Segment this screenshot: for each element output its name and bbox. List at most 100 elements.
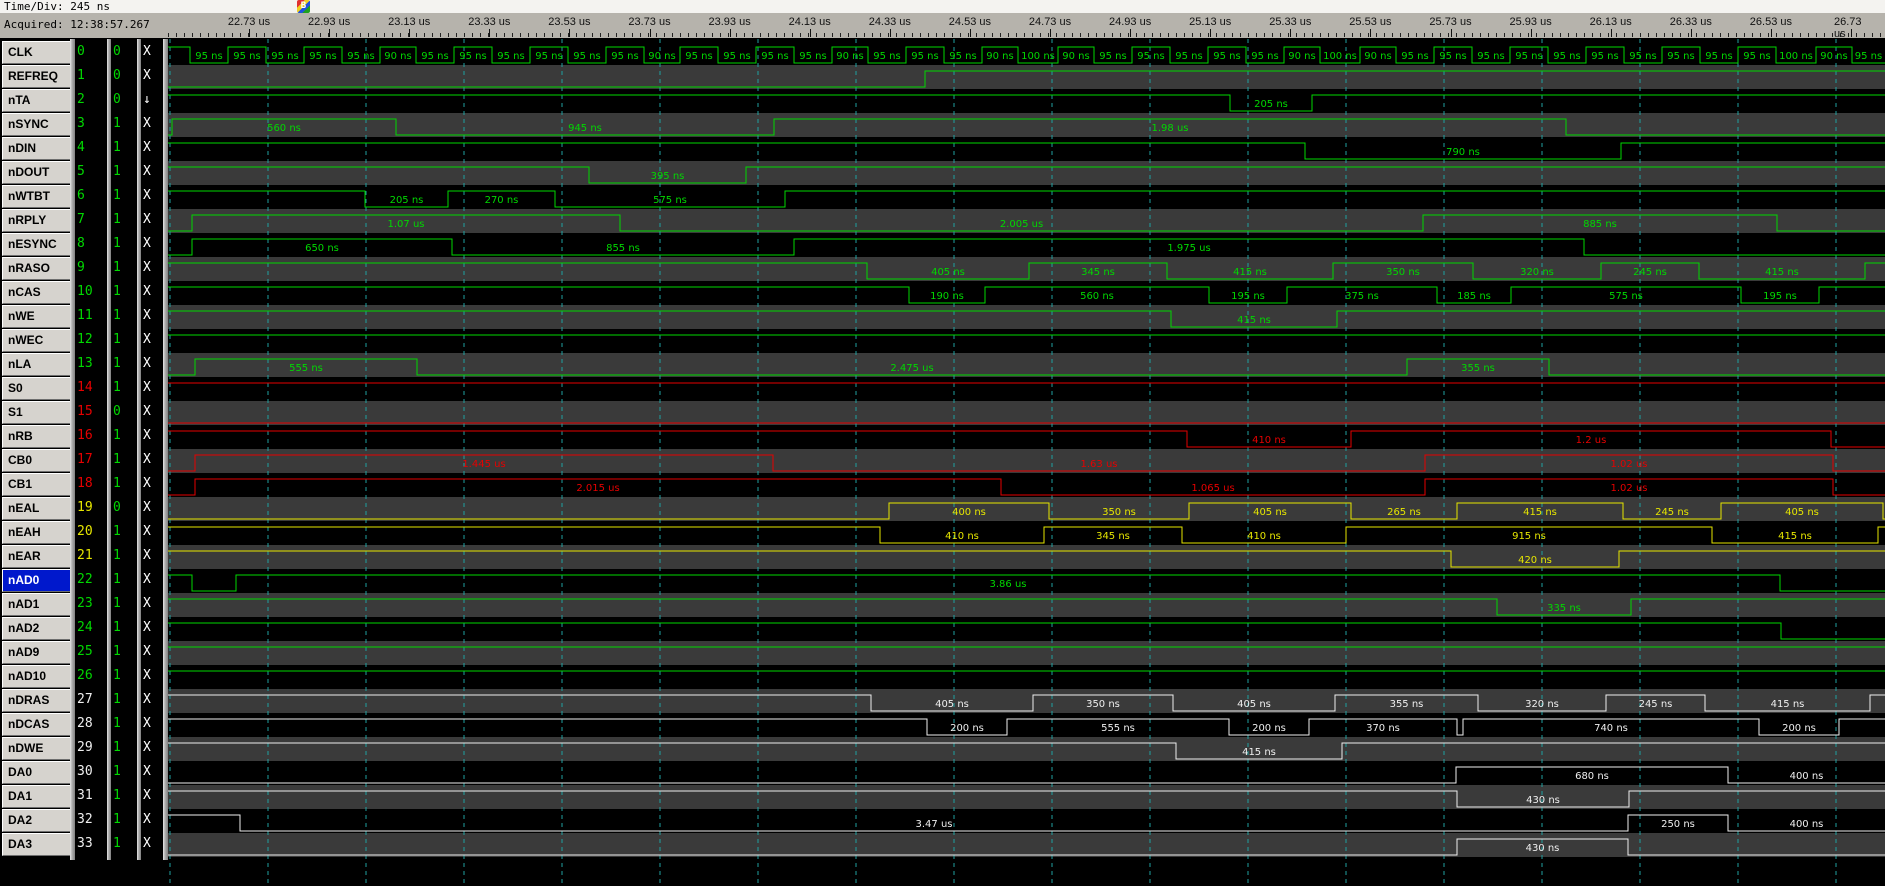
signal-number: 3 <box>77 112 85 136</box>
signal-trigger-condition[interactable]: X <box>143 640 151 664</box>
signal-name-cell[interactable]: nTA <box>2 89 75 112</box>
app-tray-icon[interactable]: B <box>297 0 310 13</box>
ruler-major-tick <box>1451 29 1452 37</box>
row-stripe <box>168 497 1885 521</box>
interval-measurement-label: 355 ns <box>1461 363 1495 374</box>
signal-name-cell[interactable]: nSYNC <box>2 113 75 136</box>
row-stripe <box>168 113 1885 137</box>
interval-measurement-label: 90 ns <box>1288 51 1315 62</box>
waveform-area[interactable]: 95 ns95 ns95 ns95 ns95 ns90 ns95 ns95 ns… <box>168 39 1885 886</box>
row-stripe <box>168 257 1885 281</box>
signal-trigger-condition[interactable]: X <box>143 568 151 592</box>
signal-trigger-condition[interactable]: X <box>143 688 151 712</box>
interval-measurement-label: 95 ns <box>1439 51 1466 62</box>
ruler-major-tick <box>1210 29 1211 37</box>
signal-trigger-condition[interactable]: X <box>143 40 151 64</box>
signal-name-cell[interactable]: nAD9 <box>2 641 75 664</box>
signal-trigger-condition[interactable]: X <box>143 496 151 520</box>
signal-name-cell[interactable]: nAD2 <box>2 617 75 640</box>
signal-name-cell[interactable]: CB1 <box>2 473 75 496</box>
signal-name-cell[interactable]: nAD0 <box>2 569 75 592</box>
signal-name-cell[interactable]: CLK <box>2 41 75 64</box>
signal-trigger-condition[interactable]: X <box>143 424 151 448</box>
signal-name-cell[interactable]: nDIN <box>2 137 75 160</box>
interval-measurement-label: 945 ns <box>568 123 602 134</box>
signal-name-cell[interactable]: nDRAS <box>2 689 75 712</box>
signal-trigger-condition[interactable]: X <box>143 592 151 616</box>
signal-trigger-condition[interactable]: X <box>143 400 151 424</box>
signal-name-cell[interactable]: nLA <box>2 353 75 376</box>
interval-measurement-label: 915 ns <box>1512 531 1546 542</box>
signal-trigger-condition[interactable]: X <box>143 808 151 832</box>
column-divider[interactable] <box>70 39 75 860</box>
signal-trigger-condition[interactable]: X <box>143 712 151 736</box>
signal-trigger-condition[interactable]: X <box>143 232 151 256</box>
column-divider[interactable] <box>107 39 111 860</box>
row-stripe <box>168 785 1885 809</box>
signal-name-cell[interactable]: nRB <box>2 425 75 448</box>
signal-trigger-condition[interactable]: X <box>143 760 151 784</box>
signal-name-cell[interactable]: nRASO <box>2 257 75 280</box>
signal-name-cell[interactable]: nDCAS <box>2 713 75 736</box>
signal-trigger-condition[interactable]: X <box>143 520 151 544</box>
signal-name-cell[interactable]: DA3 <box>2 833 75 856</box>
signal-name-cell[interactable]: CB0 <box>2 449 75 472</box>
time-div-value: 245 ns <box>70 0 110 13</box>
signal-trigger-condition[interactable]: X <box>143 736 151 760</box>
signal-trigger-condition[interactable]: X <box>143 208 151 232</box>
interval-measurement-label: 245 ns <box>1633 267 1667 278</box>
signal-trigger-condition[interactable]: X <box>143 832 151 856</box>
signal-trigger-condition[interactable]: X <box>143 64 151 88</box>
signal-name-cell[interactable]: DA1 <box>2 785 75 808</box>
signal-name-cell[interactable]: nRPLY <box>2 209 75 232</box>
signal-name-cell[interactable]: nEAL <box>2 497 75 520</box>
signal-name-cell[interactable]: nEAH <box>2 521 75 544</box>
signal-name-cell[interactable]: nESYNC <box>2 233 75 256</box>
signal-name-cell[interactable]: nAD10 <box>2 665 75 688</box>
signal-trigger-condition[interactable]: X <box>143 616 151 640</box>
signal-name-cell[interactable]: REFREQ <box>2 65 75 88</box>
signal-name-cell[interactable]: nCAS <box>2 281 75 304</box>
signal-name-cell[interactable]: nWEC <box>2 329 75 352</box>
signal-number: 6 <box>77 184 85 208</box>
signal-name-cell[interactable]: S1 <box>2 401 75 424</box>
signal-trigger-condition[interactable]: X <box>143 112 151 136</box>
signal-name-cell[interactable]: nDWE <box>2 737 75 760</box>
signal-name-cell[interactable]: nWTBT <box>2 185 75 208</box>
interval-measurement-label: 575 ns <box>1609 291 1643 302</box>
signal-trigger-condition[interactable]: ↓ <box>143 88 151 112</box>
signal-name-cell[interactable]: DA0 <box>2 761 75 784</box>
signal-name-cell[interactable]: S0 <box>2 377 75 400</box>
column-divider[interactable] <box>137 39 141 860</box>
signal-trigger-condition[interactable]: X <box>143 160 151 184</box>
signal-trigger-condition[interactable]: X <box>143 304 151 328</box>
signal-name-cell[interactable]: nAD1 <box>2 593 75 616</box>
signal-trigger-condition[interactable]: X <box>143 280 151 304</box>
signal-trigger-condition[interactable]: X <box>143 256 151 280</box>
signal-trigger-condition[interactable]: X <box>143 136 151 160</box>
interval-measurement-label: 95 ns <box>1251 51 1278 62</box>
ruler-major-tick <box>1851 29 1852 37</box>
interval-measurement-label: 415 ns <box>1233 267 1267 278</box>
ruler-time-label: 23.13 us <box>388 16 430 28</box>
signal-trigger-condition[interactable]: X <box>143 376 151 400</box>
signal-name-cell[interactable]: nWE <box>2 305 75 328</box>
interval-measurement-label: 95 ns <box>421 51 448 62</box>
signal-current-value: 1 <box>113 544 121 568</box>
signal-trigger-condition[interactable]: X <box>143 784 151 808</box>
interval-measurement-label: 1.07 us <box>388 219 425 230</box>
signal-trigger-condition[interactable]: X <box>143 664 151 688</box>
signal-trigger-condition[interactable]: X <box>143 352 151 376</box>
signal-name-cell[interactable]: DA2 <box>2 809 75 832</box>
signal-trigger-condition[interactable]: X <box>143 448 151 472</box>
waveform-canvas[interactable]: 95 ns95 ns95 ns95 ns95 ns90 ns95 ns95 ns… <box>168 39 1885 886</box>
signal-name-cell[interactable]: nEAR <box>2 545 75 568</box>
interval-measurement-label: 95 ns <box>1213 51 1240 62</box>
signal-name-cell[interactable]: nDOUT <box>2 161 75 184</box>
signal-trigger-condition[interactable]: X <box>143 472 151 496</box>
signal-trigger-condition[interactable]: X <box>143 184 151 208</box>
ruler-major-tick <box>1611 29 1612 37</box>
signal-trigger-condition[interactable]: X <box>143 544 151 568</box>
interval-measurement-label: 95 ns <box>1743 51 1770 62</box>
signal-trigger-condition[interactable]: X <box>143 328 151 352</box>
